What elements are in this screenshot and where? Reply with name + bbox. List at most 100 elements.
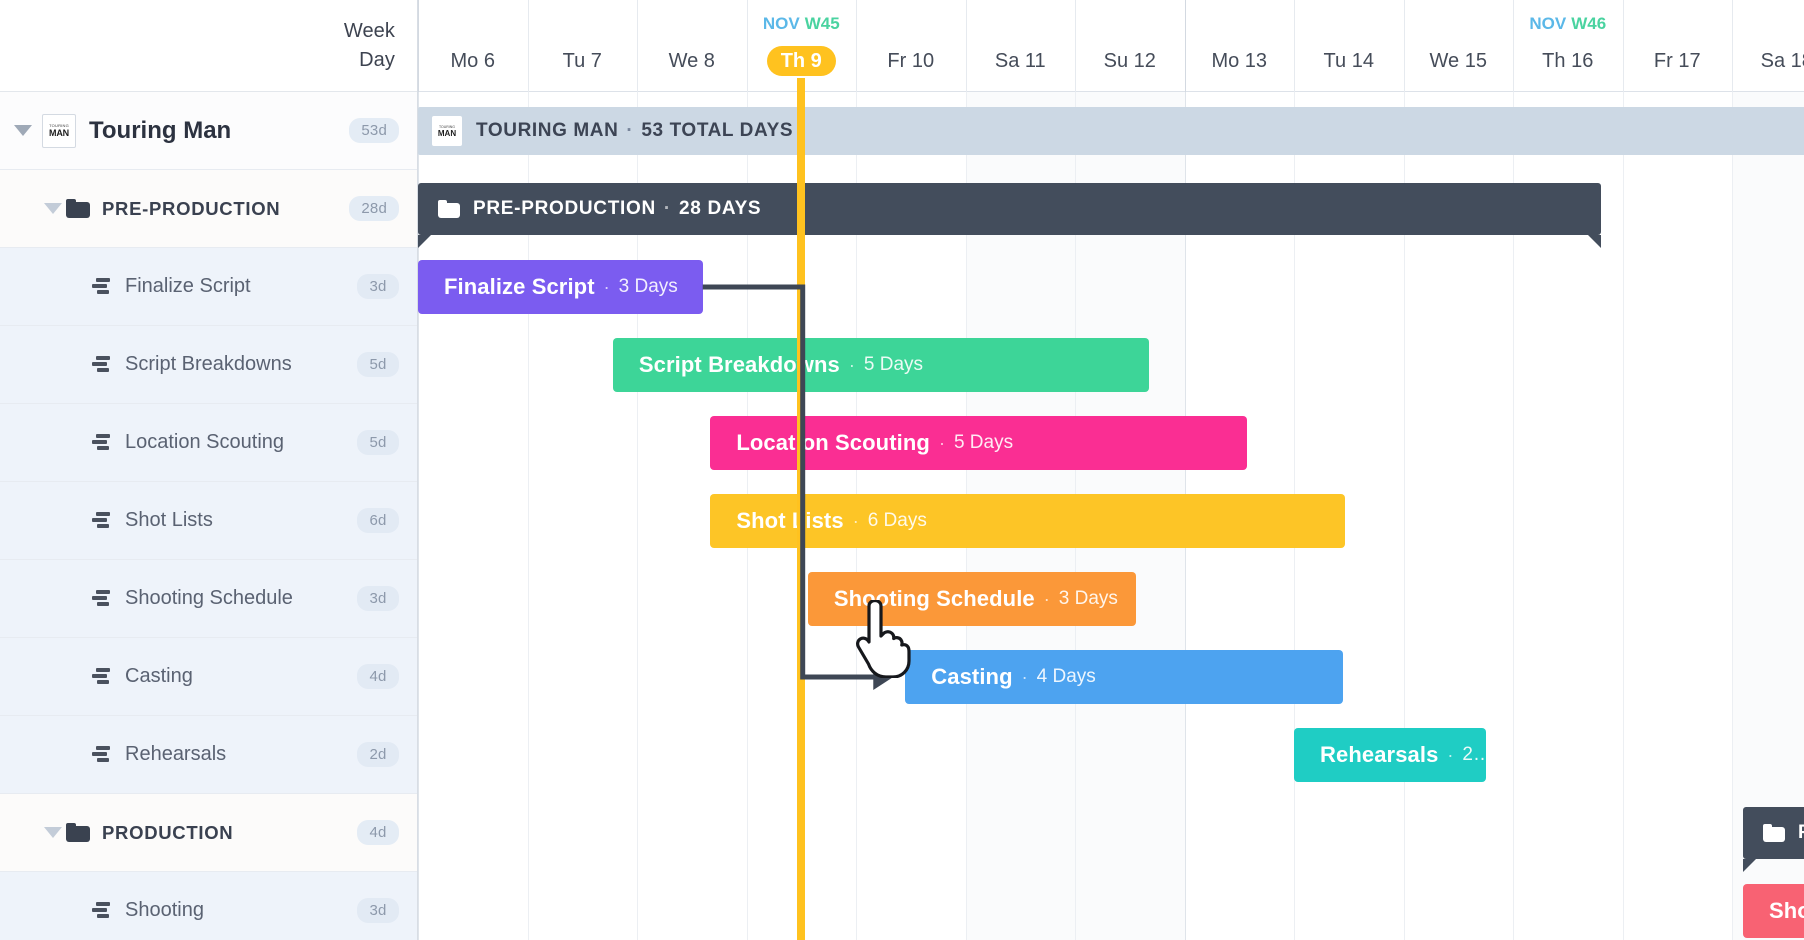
- day-header[interactable]: Mo 13: [1185, 44, 1295, 78]
- week-label: Week: [344, 20, 395, 43]
- project-poster-thumbnail: TOURINGMAN: [42, 114, 76, 148]
- day-label-text: Mo 13: [1211, 50, 1267, 73]
- gantt-task-bar[interactable]: Finalize Script · 3 Days: [418, 260, 703, 314]
- task-bar-separator: ·: [604, 277, 610, 298]
- day-header[interactable]: We 8: [637, 44, 747, 78]
- header-separator: [1404, 0, 1405, 92]
- duration-badge: 4d: [357, 820, 399, 845]
- gantt-app: Week Day TOURINGMANTouring Man53dPRE-PRO…: [0, 0, 1804, 940]
- duration-badge: 2d: [357, 742, 399, 767]
- gantt-task-bar[interactable]: Shooting · 3 Day: [1743, 884, 1804, 938]
- sidebar-row-label: Script Breakdowns: [125, 353, 292, 376]
- today-pill: Th 9: [767, 46, 836, 76]
- sidebar-task-row[interactable]: Shot Lists6d: [0, 482, 417, 560]
- sidebar-task-row[interactable]: Script Breakdowns 5d: [0, 326, 417, 404]
- sidebar-task-row[interactable]: Rehearsals2d: [0, 716, 417, 794]
- today-marker-line: [797, 78, 805, 940]
- day-label-text: We 15: [1430, 50, 1487, 73]
- week-separator: [418, 0, 419, 92]
- group-bar-name: PRODUCTION: [1798, 822, 1804, 844]
- folder-icon: [66, 199, 90, 218]
- week-separator: [1185, 0, 1186, 92]
- day-label-text: We 8: [669, 50, 715, 73]
- group-bar-separator: ·: [664, 198, 671, 220]
- header-separator: [747, 0, 748, 92]
- gantt-task-bar[interactable]: Location Scouting · 5 Days: [710, 416, 1247, 470]
- today-day-header[interactable]: Th 9: [747, 44, 857, 78]
- task-bar-name: Casting: [931, 664, 1012, 690]
- task-bar-separator: ·: [939, 433, 945, 454]
- group-bar-duration: 28 DAYS: [679, 198, 761, 220]
- sidebar-task-row[interactable]: Finalize Script3d: [0, 248, 417, 326]
- folder-icon: [66, 823, 90, 842]
- sidebar-task-row[interactable]: Location Scouting5d: [0, 404, 417, 482]
- duration-badge: 53d: [349, 118, 399, 143]
- group-bar-tail-left: [1743, 859, 1756, 872]
- task-icon: [92, 434, 114, 452]
- task-bar-name: Shooting: [1769, 898, 1804, 924]
- gantt-task-bar[interactable]: Rehearsals · 2…: [1294, 728, 1486, 782]
- sidebar-row-label: Shooting Schedule: [125, 587, 293, 610]
- chevron-down-icon[interactable]: [44, 203, 62, 214]
- header-separator: [1732, 0, 1733, 92]
- timeline-header: Mo 6Tu 7 We 8 Th 9 Fr 10Sa 11 Su 12 Mo 13 Tu 1…: [418, 0, 1804, 92]
- task-bar-name: Shooting Schedule: [834, 586, 1035, 612]
- day-header[interactable]: Tu 14: [1294, 44, 1404, 78]
- header-separator: [528, 0, 529, 92]
- task-bar-separator: ·: [1044, 589, 1050, 610]
- day-header[interactable]: Fr 17: [1623, 44, 1733, 78]
- group-bar-name: PRE-PRODUCTION: [473, 198, 656, 220]
- chevron-down-icon[interactable]: [14, 125, 32, 136]
- gantt-task-bar[interactable]: Shooting Schedule · 3 Days: [808, 572, 1137, 626]
- group-summary-bar[interactable]: PRODUCTION · 4: [1743, 807, 1804, 859]
- task-icon: [92, 512, 114, 530]
- gantt-task-bar[interactable]: Shot Lists · 6 Days: [710, 494, 1345, 548]
- task-bar-separator: ·: [1447, 745, 1453, 766]
- duration-badge: 4d: [357, 664, 399, 689]
- day-header[interactable]: Fr 10: [856, 44, 966, 78]
- gantt-timeline[interactable]: Mo 6Tu 7 We 8 Th 9 Fr 10Sa 11 Su 12 Mo 13 Tu 1…: [418, 0, 1804, 940]
- day-header[interactable]: Th 16: [1513, 44, 1623, 78]
- month-label: NOV: [1529, 14, 1566, 33]
- sidebar-row-label: Casting: [125, 665, 193, 688]
- chevron-down-icon[interactable]: [44, 827, 62, 838]
- task-icon: [92, 356, 114, 374]
- sidebar-row-container: TOURINGMAN Touring Man 53d PRE-PRODUCTION 28…: [0, 92, 417, 940]
- task-bar-name: Finalize Script: [444, 274, 595, 300]
- task-list-sidebar: Week Day TOURINGMANTouring Man53dPRE-PRO…: [0, 0, 418, 940]
- sidebar-task-row[interactable]: Shooting3d: [0, 872, 417, 940]
- day-header[interactable]: We 15: [1404, 44, 1514, 78]
- task-icon: [92, 902, 114, 920]
- sidebar-group-row[interactable]: PRODUCTION4d: [0, 794, 417, 872]
- project-summary-bar[interactable]: TOURINGMAN TOURING MAN · 53 TOTAL DAYS: [418, 107, 1804, 155]
- header-separator: [966, 0, 967, 92]
- task-bar-duration: 2…: [1462, 744, 1485, 766]
- day-header[interactable]: Sa 18: [1732, 44, 1804, 78]
- gantt-task-bar[interactable]: Script Breakdowns · 5 Days: [613, 338, 1150, 392]
- day-header[interactable]: Sa 11: [966, 44, 1076, 78]
- day-header[interactable]: Su 12: [1075, 44, 1185, 78]
- task-bar-separator: ·: [853, 511, 859, 532]
- group-summary-bar[interactable]: PRE-PRODUCTION · 28 DAYS: [418, 183, 1601, 235]
- duration-badge: 5d: [357, 352, 399, 377]
- header-separator: [1623, 0, 1624, 92]
- sidebar-row-label: PRE-PRODUCTION: [102, 198, 280, 220]
- day-header[interactable]: Tu 7: [528, 44, 638, 78]
- task-bar-duration: 4 Days: [1037, 666, 1096, 688]
- gantt-task-bar[interactable]: Casting · 4 Days: [905, 650, 1343, 704]
- sidebar-task-row[interactable]: Casting 4d: [0, 638, 417, 716]
- day-label-text: Fr 17: [1654, 50, 1701, 73]
- day-label-text: Su 12: [1104, 50, 1156, 73]
- day-label-text: Th 16: [1542, 50, 1593, 73]
- sidebar-group-row[interactable]: PRE-PRODUCTION 28d: [0, 170, 417, 248]
- day-label-text: Sa 18: [1761, 50, 1804, 73]
- sidebar-task-row[interactable]: Shooting Schedule3d: [0, 560, 417, 638]
- task-icon: [92, 590, 114, 608]
- duration-badge: 28d: [349, 196, 399, 221]
- project-bar-duration: 53 TOTAL DAYS: [641, 120, 793, 142]
- grid-column-line: [1623, 92, 1624, 940]
- sidebar-project-row[interactable]: TOURINGMAN Touring Man 53d: [0, 92, 417, 170]
- sidebar-row-label: Touring Man: [89, 117, 231, 145]
- sidebar-row-label: Shot Lists: [125, 509, 213, 532]
- day-header[interactable]: Mo 6: [418, 44, 528, 78]
